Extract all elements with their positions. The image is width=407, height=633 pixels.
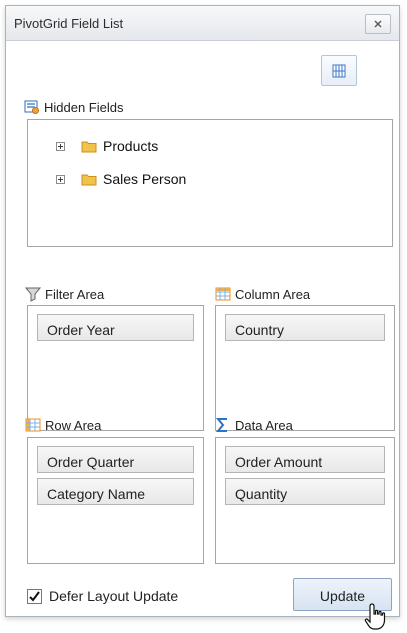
data-area-label: Data Area: [235, 417, 293, 433]
column-grid-icon: [215, 286, 231, 302]
column-area-panel[interactable]: Country: [215, 305, 395, 431]
hidden-field-label: Products: [103, 138, 159, 154]
data-area-panel[interactable]: Order Amount Quantity: [215, 437, 395, 564]
hidden-field-label: Sales Person: [103, 171, 187, 187]
hidden-fields-icon: [24, 99, 40, 115]
layout-grid-icon: [332, 64, 346, 77]
close-button[interactable]: [365, 14, 391, 34]
close-icon: [374, 20, 382, 28]
expand-icon[interactable]: [56, 141, 65, 151]
column-area-header: Column Area: [215, 285, 310, 303]
hand-cursor-icon: [364, 603, 386, 630]
row-area-label: Row Area: [45, 417, 102, 433]
folder-icon: [81, 174, 97, 186]
checkmark-icon: [29, 590, 40, 602]
pivot-field-list-window: PivotGrid Field List Hidden Fields Produ…: [5, 5, 400, 617]
filter-icon: [25, 286, 41, 302]
hidden-fields-header: Hidden Fields: [24, 98, 124, 116]
window-title: PivotGrid Field List: [14, 16, 124, 31]
field-country[interactable]: Country: [225, 314, 385, 341]
defer-layout-label: Defer Layout Update: [49, 588, 179, 604]
field-category-name[interactable]: Category Name: [37, 478, 194, 505]
expand-icon[interactable]: [56, 174, 65, 184]
hidden-fields-panel: Products Sales Person: [27, 119, 393, 247]
layout-toggle-button[interactable]: [321, 55, 357, 86]
hidden-fields-label: Hidden Fields: [44, 99, 124, 115]
column-area-label: Column Area: [235, 286, 311, 302]
field-quantity[interactable]: Quantity: [225, 478, 385, 505]
row-area-header: Row Area: [25, 416, 101, 434]
field-order-year[interactable]: Order Year: [37, 314, 194, 341]
title-bar: PivotGrid Field List: [6, 6, 399, 41]
field-order-quarter[interactable]: Order Quarter: [37, 446, 194, 473]
hidden-field-sales-person[interactable]: Sales Person: [56, 169, 186, 189]
hidden-field-products[interactable]: Products: [56, 136, 158, 156]
filter-area-label: Filter Area: [45, 286, 105, 302]
filter-area-header: Filter Area: [25, 285, 104, 303]
defer-layout-update[interactable]: Defer Layout Update: [27, 586, 178, 606]
row-area-panel[interactable]: Order Quarter Category Name: [27, 437, 204, 564]
row-grid-icon: [25, 417, 41, 433]
data-area-header: Data Area: [215, 416, 293, 434]
sigma-icon: [215, 417, 231, 433]
defer-layout-checkbox[interactable]: [27, 588, 42, 604]
field-order-amount[interactable]: Order Amount: [225, 446, 385, 473]
filter-area-panel[interactable]: Order Year: [27, 305, 204, 431]
folder-icon: [81, 141, 97, 153]
